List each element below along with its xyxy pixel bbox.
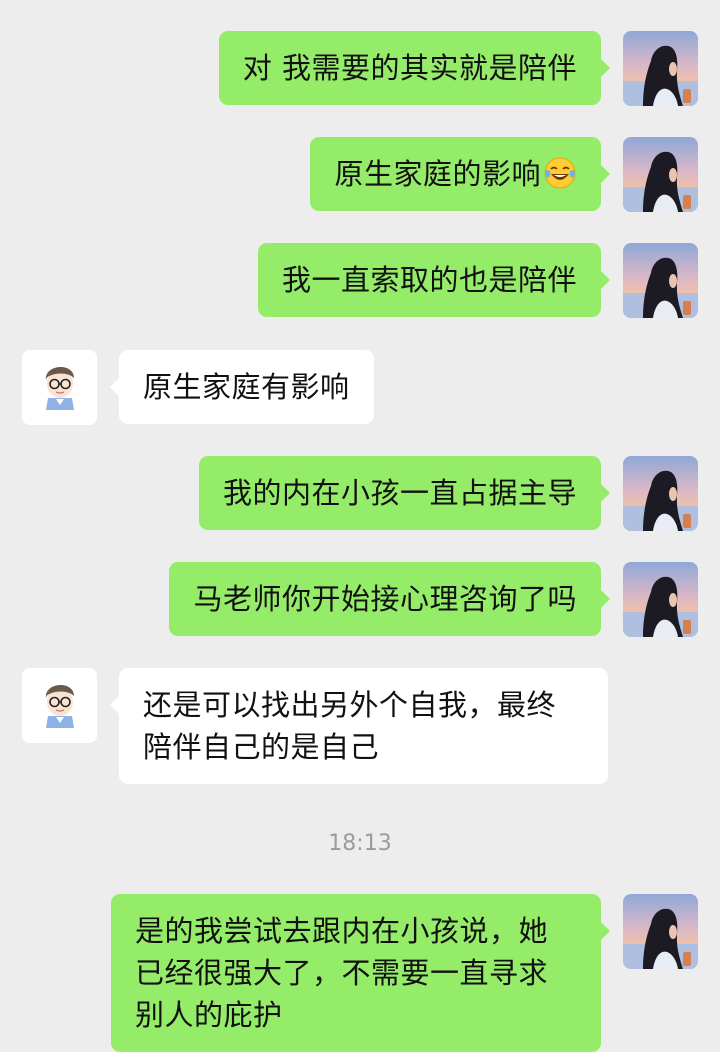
self-avatar[interactable] [623, 137, 698, 212]
message-bubble-self[interactable]: 原生家庭的影响 [310, 137, 610, 211]
message-bubble-self[interactable]: 对 我需要的其实就是陪伴 [218, 31, 611, 105]
cartoon-man-avatar-icon [22, 350, 97, 425]
girl-avatar-icon [623, 562, 698, 637]
girl-avatar-icon [623, 31, 698, 106]
message-bubble-self[interactable]: 是的我尝试去跟内在小孩说，她 已经很强大了，不需要一直寻求 别人的庇护 [111, 894, 610, 1052]
message-bubble-self[interactable]: 我一直索取的也是陪伴 [257, 243, 611, 317]
girl-avatar-icon [623, 243, 698, 318]
self-avatar[interactable] [623, 243, 698, 318]
self-avatar[interactable] [623, 894, 698, 969]
message-text: 原生家庭的影响 [334, 157, 541, 191]
timestamp: 18:13 [328, 831, 392, 856]
girl-avatar-icon [623, 137, 698, 212]
self-avatar[interactable] [623, 456, 698, 531]
message-bubble-self[interactable]: 我的内在小孩一直占据主导 [198, 456, 611, 530]
other-avatar[interactable] [22, 350, 97, 425]
other-avatar[interactable] [22, 668, 97, 743]
cartoon-man-avatar-icon [22, 668, 97, 743]
tears-of-joy-emoji-icon [544, 157, 576, 189]
message-bubble-other[interactable]: 原生家庭有影响 [110, 350, 374, 424]
self-avatar[interactable] [623, 31, 698, 106]
self-avatar[interactable] [623, 562, 698, 637]
girl-avatar-icon [623, 456, 698, 531]
message-bubble-self[interactable]: 马老师你开始接心理咨询了吗 [169, 562, 610, 636]
girl-avatar-icon [623, 894, 698, 969]
message-bubble-other[interactable]: 还是可以找出另外个自我，最终 陪伴自己的是自己 [110, 668, 608, 784]
